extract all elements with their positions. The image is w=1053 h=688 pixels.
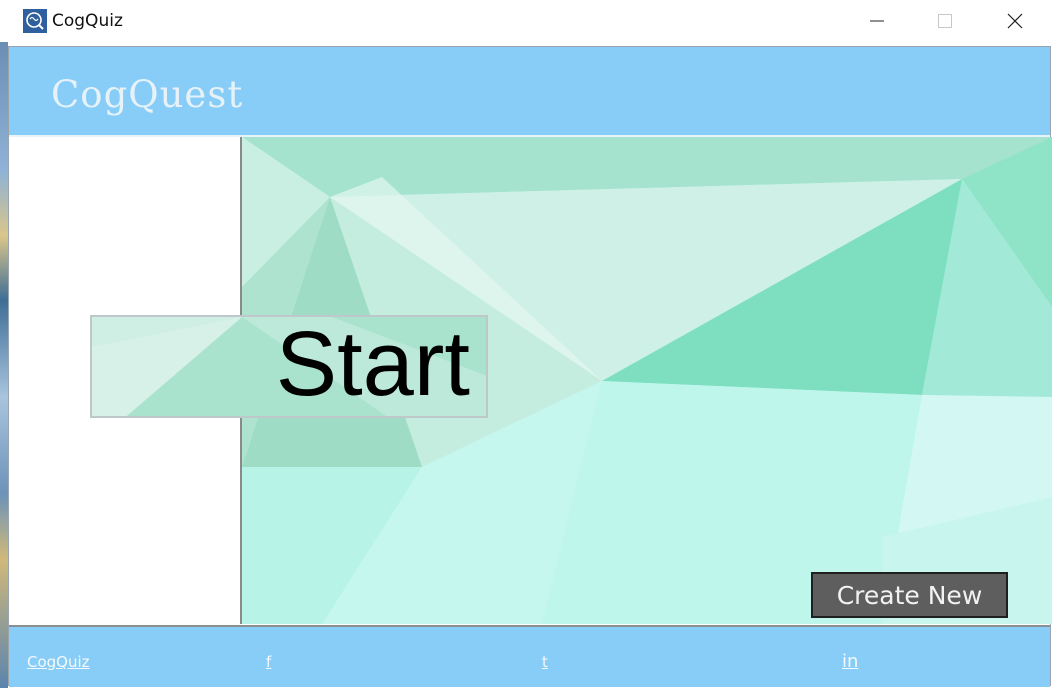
minimize-icon — [870, 20, 884, 22]
close-button[interactable] — [992, 0, 1038, 42]
maximize-icon — [938, 14, 952, 28]
create-new-button[interactable]: Create New — [811, 572, 1008, 618]
desktop-background — [0, 42, 8, 688]
brain-icon — [23, 9, 47, 33]
maximize-button[interactable] — [922, 0, 968, 42]
window-title: CogQuiz — [52, 11, 123, 31]
close-icon — [1007, 13, 1023, 29]
title-bar[interactable]: CogQuiz — [0, 0, 1053, 42]
footer-link-linkedin[interactable]: in — [842, 651, 858, 672]
footer-link-cogquiz[interactable]: CogQuiz — [27, 653, 90, 671]
footer-link-facebook[interactable]: f — [266, 653, 271, 671]
start-button[interactable]: Start — [90, 315, 488, 418]
app-client-area: CogQuest Start Create New CogQuiz f t in — [8, 46, 1052, 687]
app-header: CogQuest — [9, 47, 1050, 137]
app-window: CogQuiz CogQuest Start Create New CogQui… — [0, 0, 1053, 688]
start-button-label: Start — [275, 315, 470, 415]
app-footer: CogQuiz f t in — [9, 625, 1050, 687]
footer-link-twitter[interactable]: t — [542, 653, 548, 671]
minimize-button[interactable] — [854, 0, 900, 42]
brand-title: CogQuest — [51, 73, 244, 116]
